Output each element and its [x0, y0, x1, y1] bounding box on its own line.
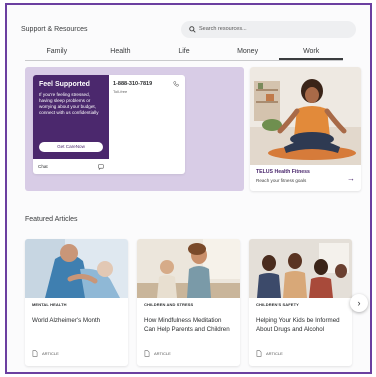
chat-icon: [98, 163, 104, 170]
chat-label: Chat: [38, 164, 48, 169]
arrow-right-icon[interactable]: →: [347, 174, 355, 183]
article-category: CHILDREN'S SAFETY: [256, 302, 299, 307]
tab-life[interactable]: Life: [152, 45, 216, 60]
phone-icon[interactable]: [173, 81, 179, 87]
tab-work[interactable]: Work: [279, 45, 343, 60]
phone-note: Toll-free: [113, 89, 128, 94]
support-card-text: If you're feeling stressed, having sleep…: [39, 92, 99, 115]
chat-row[interactable]: Chat: [33, 159, 109, 174]
tab-money[interactable]: Money: [216, 45, 280, 60]
article-title[interactable]: How Mindfulness Meditation Can Help Pare…: [144, 316, 234, 334]
tab-family[interactable]: Family: [25, 45, 89, 60]
article-type-label: ARTICLE: [42, 351, 59, 356]
document-icon: [32, 350, 38, 357]
phone-section: 1-888-310-7819 Toll-free: [113, 81, 181, 94]
article-type-label: ARTICLE: [154, 351, 171, 356]
document-icon: [144, 350, 150, 357]
fitness-subtitle: Reach your fitness goals: [256, 178, 307, 183]
app-frame: Support & Resources Search resources... …: [5, 3, 372, 374]
carousel-next-button[interactable]: ›: [350, 294, 368, 312]
support-hero: Feel Supported If you're feeling stresse…: [25, 67, 244, 191]
article-type-label: ARTICLE: [266, 351, 283, 356]
get-carenow-button[interactable]: Get CareNow: [39, 142, 103, 152]
fitness-image: [250, 67, 361, 165]
article-title[interactable]: Helping Your Kids be Informed About Drug…: [256, 316, 346, 334]
article-type: ARTICLE: [144, 350, 171, 357]
article-category: MENTAL HEALTH: [32, 302, 67, 307]
support-card-panel: Feel Supported If you're feeling stresse…: [33, 75, 109, 159]
tab-health[interactable]: Health: [89, 45, 153, 60]
support-card: Feel Supported If you're feeling stresse…: [33, 75, 185, 174]
article-card[interactable]: MENTAL HEALTH World Alzheimer's Month AR…: [25, 239, 128, 366]
featured-heading: Featured Articles: [25, 216, 78, 223]
search-input[interactable]: Search resources...: [181, 20, 356, 38]
article-type: ARTICLE: [256, 350, 283, 357]
search-placeholder: Search resources...: [199, 26, 247, 32]
fitness-title: TELUS Health Fitness: [256, 169, 310, 175]
chevron-right-icon: ›: [357, 298, 361, 308]
article-card[interactable]: CHILDREN AND STRESS How Mindfulness Medi…: [137, 239, 240, 366]
article-category: CHILDREN AND STRESS: [144, 302, 194, 307]
article-type: ARTICLE: [32, 350, 59, 357]
article-card[interactable]: CHILDREN'S SAFETY Helping Your Kids be I…: [249, 239, 352, 366]
support-card-title: Feel Supported: [39, 81, 90, 88]
fitness-card[interactable]: TELUS Health Fitness Reach your fitness …: [250, 67, 361, 191]
article-image: [25, 239, 128, 298]
article-image: [137, 239, 240, 298]
search-icon: [189, 25, 196, 33]
document-icon: [256, 350, 262, 357]
top-bar: Support & Resources Search resources...: [21, 19, 356, 39]
page-title: Support & Resources: [21, 25, 88, 33]
article-image: [249, 239, 352, 298]
article-title[interactable]: World Alzheimer's Month: [32, 316, 122, 325]
phone-number[interactable]: 1-888-310-7819: [113, 81, 181, 87]
category-tabs: Family Health Life Money Work: [25, 45, 343, 61]
